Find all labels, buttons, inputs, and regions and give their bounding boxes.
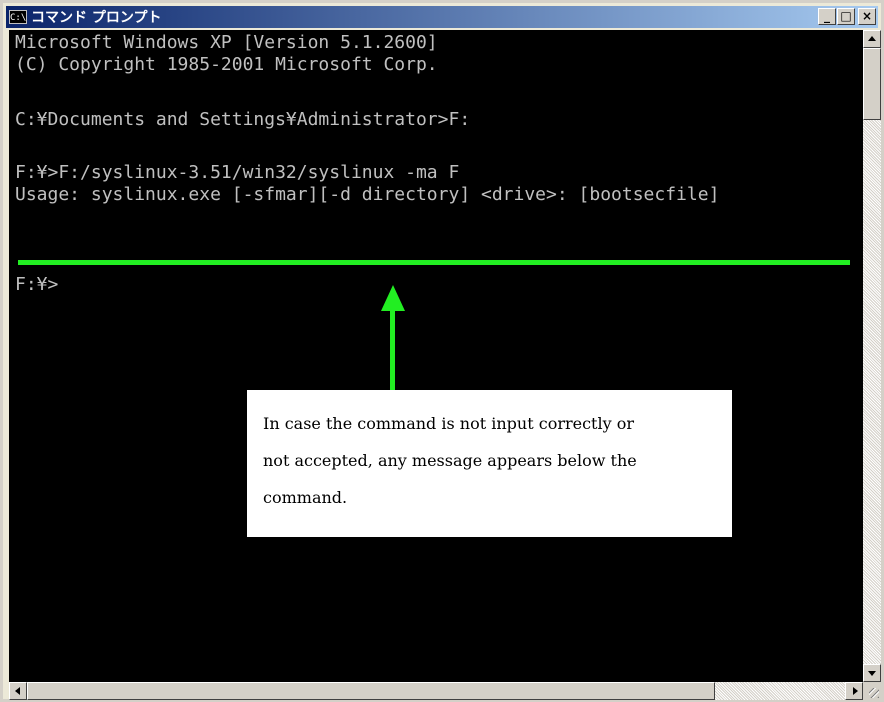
title-bar[interactable]: C:\ コマンド プロンプト _ □ × [6,6,878,28]
annotation-callout: In case the command is not input correct… [247,390,732,537]
annotation-arrow-shaft [390,310,395,392]
annotation-line: not accepted, any message appears below … [263,451,637,470]
highlight-divider-line [18,260,850,265]
console-line: Microsoft Windows XP [Version 5.1.2600] [15,32,438,53]
console-line: Usage: syslinux.exe [-sfmar][-d director… [15,184,720,205]
arrow-right-icon [853,687,858,695]
annotation-line: command. [263,488,348,507]
horizontal-scroll-thumb[interactable] [27,682,715,700]
console-icon[interactable]: C:\ [9,10,27,24]
window-controls: _ □ × [818,8,876,25]
scroll-left-button[interactable] [9,682,27,700]
console-line: (C) Copyright 1985-2001 Microsoft Corp. [15,54,438,75]
console-line: F:¥>F:/syslinux-3.51/win32/syslinux -ma … [15,162,460,183]
minimize-button[interactable]: _ [818,8,836,25]
maximize-button[interactable]: □ [837,8,855,25]
console-output[interactable]: Microsoft Windows XP [Version 5.1.2600] … [9,30,863,682]
vertical-scroll-thumb[interactable] [863,48,881,120]
scroll-down-button[interactable] [863,664,881,682]
console-line: C:¥Documents and Settings¥Administrator>… [15,109,471,130]
close-button[interactable]: × [858,8,876,25]
command-prompt-window: C:\ コマンド プロンプト _ □ × Microsoft Windows X… [0,0,884,702]
annotation-line: In case the command is not input correct… [263,414,634,433]
arrow-up-icon [868,36,876,41]
console-prompt-line: F:¥> [15,274,59,295]
annotation-arrow-head [381,285,405,311]
resize-grip-icon[interactable] [863,682,881,700]
horizontal-scrollbar[interactable] [9,682,863,700]
arrow-left-icon [15,687,20,695]
vertical-scrollbar[interactable] [863,30,881,682]
scroll-up-button[interactable] [863,30,881,48]
arrow-down-icon [868,671,876,676]
window-title: コマンド プロンプト [31,10,162,26]
scroll-right-button[interactable] [845,682,863,700]
